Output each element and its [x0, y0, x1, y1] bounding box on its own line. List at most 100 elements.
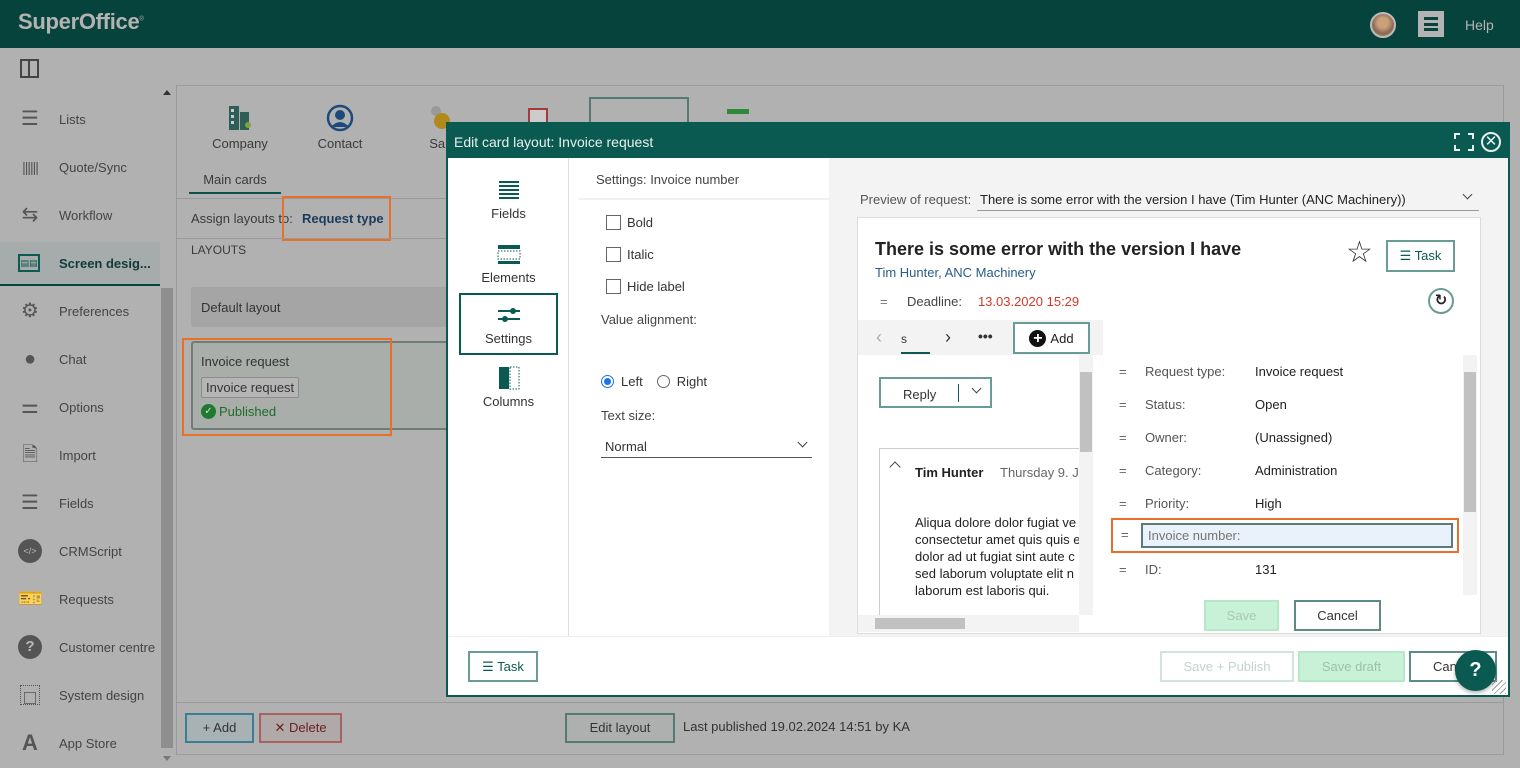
italic-checkbox[interactable]: Italic — [606, 247, 654, 262]
chevron-left-icon[interactable]: ‹ — [876, 327, 882, 348]
drag-handle-icon[interactable]: = — [1119, 397, 1127, 412]
drag-handle-icon[interactable]: = — [880, 294, 907, 309]
field-row-status[interactable]: = Status: Open — [1105, 388, 1460, 421]
sidebar-item-options[interactable]: ⚌ Options — [0, 384, 160, 430]
task-button[interactable]: ☰ Task — [1386, 240, 1455, 272]
help-fab-button[interactable]: ? — [1455, 650, 1496, 691]
card-type-sale[interactable]: Sal — [388, 104, 450, 151]
sidebar-item-workflow[interactable]: ⇆ Workflow — [0, 192, 160, 238]
superoffice-logo[interactable]: SuperOffice® — [18, 9, 144, 35]
field-row-request-type[interactable]: = Request type: Invoice request — [1105, 355, 1460, 388]
messages-horizontal-scrollbar[interactable] — [858, 615, 1079, 632]
field-row-owner[interactable]: = Owner: (Unassigned) — [1105, 421, 1460, 454]
drag-handle-icon[interactable]: = — [1119, 364, 1127, 379]
main-menu-button[interactable] — [1418, 11, 1444, 37]
text-size-select[interactable]: Normal — [601, 436, 812, 458]
preview-request-select[interactable]: There is some error with the version I h… — [977, 186, 1479, 211]
chevron-right-icon[interactable]: › — [945, 327, 951, 348]
nav-elements[interactable]: Elements — [459, 234, 558, 294]
sidebar-toggle-icon[interactable] — [20, 59, 39, 78]
align-right-radio[interactable] — [656, 375, 670, 388]
sidebar-scroll-down-icon[interactable] — [163, 756, 171, 761]
sidebar-item-crmscript[interactable]: </> CRMScript — [0, 528, 160, 574]
star-icon[interactable]: ☆ — [1346, 238, 1373, 268]
gear-icon: ⚙ — [21, 300, 39, 322]
save-publish-button[interactable]: Save + Publish — [1160, 651, 1294, 682]
add-tab-button[interactable]: + Add — [1013, 322, 1090, 354]
button-label: Add — [213, 720, 237, 735]
more-icon[interactable]: ••• — [978, 328, 993, 344]
hide-label-checkbox[interactable]: Hide label — [606, 279, 685, 294]
bold-checkbox[interactable]: Bold — [606, 215, 653, 230]
save-draft-button[interactable]: Save draft — [1298, 651, 1405, 682]
sidebar-item-quote-sync[interactable]: |||||| Quote/Sync — [0, 144, 160, 190]
sidebar-item-label: Chat — [59, 351, 87, 367]
field-label: Priority: — [1145, 496, 1190, 511]
scrollbar-thumb[interactable] — [1464, 372, 1476, 512]
top-bar: SuperOffice® Help — [0, 0, 1520, 48]
card-type-contact[interactable]: Contact — [290, 104, 390, 151]
tab-main-cards[interactable]: Main cards — [189, 172, 281, 194]
checkbox-box[interactable] — [606, 247, 621, 262]
chevron-up-icon[interactable] — [889, 461, 901, 473]
calendar-card-icon[interactable] — [727, 109, 749, 114]
nav-fields[interactable]: Fields — [459, 170, 558, 230]
save-button[interactable]: Save — [1204, 600, 1279, 631]
divider — [177, 238, 447, 239]
sidebar-item-customer-centre[interactable]: ? Customer centre — [0, 624, 160, 670]
expand-icon[interactable] — [1454, 133, 1474, 151]
request-contact-link[interactable]: Tim Hunter, ANC Machinery — [875, 265, 1036, 280]
sidebar-scrollbar[interactable] — [161, 288, 173, 748]
field-row-id[interactable]: = ID: 131 — [1105, 553, 1460, 586]
field-row-invoice-number-selected[interactable]: = — [1111, 518, 1459, 553]
align-left-radio[interactable] — [601, 375, 614, 388]
card-type-company[interactable]: Company — [190, 104, 290, 151]
system-design-icon: □ — [20, 685, 40, 709]
sidebar-item-preferences[interactable]: ⚙ Preferences — [0, 288, 160, 334]
sidebar-item-fields[interactable]: ☰ Fields — [0, 480, 160, 526]
drag-handle-icon[interactable]: = — [1121, 527, 1129, 542]
reply-button[interactable]: Reply — [879, 377, 992, 408]
layout-item-default[interactable]: Default layout — [191, 287, 461, 327]
screen-designer-icon: ▤▤ — [18, 254, 40, 272]
fields-vertical-scrollbar[interactable] — [1463, 355, 1477, 595]
sidebar-item-import[interactable]: 🗎 Import — [0, 432, 160, 478]
edit-layout-button[interactable]: Edit layout — [565, 713, 675, 743]
chevron-down-icon[interactable] — [971, 383, 982, 394]
nav-settings[interactable]: Settings — [459, 293, 558, 355]
sidebar-item-screen-designer[interactable]: ▤▤ Screen desig... — [0, 242, 160, 286]
checkbox-box[interactable] — [606, 215, 621, 230]
checkbox-box[interactable] — [606, 279, 621, 294]
sidebar-item-chat[interactable]: ● Chat — [0, 336, 160, 382]
delete-layout-button[interactable]: ✕ Delete — [259, 713, 342, 743]
sidebar-scroll-up-icon[interactable] — [163, 90, 171, 95]
messages-vertical-scrollbar[interactable] — [1079, 355, 1093, 615]
sidebar-item-app-store[interactable]: A App Store — [0, 720, 160, 766]
resize-handle[interactable] — [1492, 680, 1506, 694]
drag-handle-icon[interactable]: = — [1119, 430, 1127, 445]
scrollbar-thumb[interactable] — [875, 618, 965, 629]
sidebar-item-requests[interactable]: 🎫 Requests — [0, 576, 160, 622]
help-link[interactable]: Help — [1465, 17, 1494, 33]
nav-columns[interactable]: Columns — [459, 358, 558, 418]
tab-messages[interactable]: s — [901, 332, 930, 354]
drag-handle-icon[interactable]: = — [1119, 463, 1127, 478]
drag-handle-icon[interactable]: = — [1119, 562, 1127, 577]
task-button[interactable]: ☰ Task — [468, 651, 538, 682]
sidebar-item-label: CRMScript — [59, 543, 122, 559]
sidebar-item-lists[interactable]: ☰ Lists — [0, 96, 160, 142]
invoice-number-input[interactable] — [1141, 523, 1453, 548]
close-icon[interactable]: ✕ — [1481, 132, 1501, 152]
field-row-priority[interactable]: = Priority: High — [1105, 487, 1460, 520]
chat-bubble-icon: ● — [23, 348, 37, 370]
sidebar-item-system-design[interactable]: □ System design — [0, 672, 160, 718]
add-layout-button[interactable]: + Add — [185, 713, 254, 743]
field-row-category[interactable]: = Category: Administration — [1105, 454, 1460, 487]
sliders-icon: ⚌ — [21, 396, 39, 418]
cancel-button[interactable]: Cancel — [1294, 600, 1381, 631]
refresh-icon[interactable]: ↻ — [1428, 288, 1454, 314]
user-avatar[interactable] — [1370, 12, 1396, 38]
scrollbar-thumb[interactable] — [1080, 372, 1092, 452]
drag-handle-icon[interactable]: = — [1119, 496, 1127, 511]
chevron-down-icon — [797, 437, 808, 448]
